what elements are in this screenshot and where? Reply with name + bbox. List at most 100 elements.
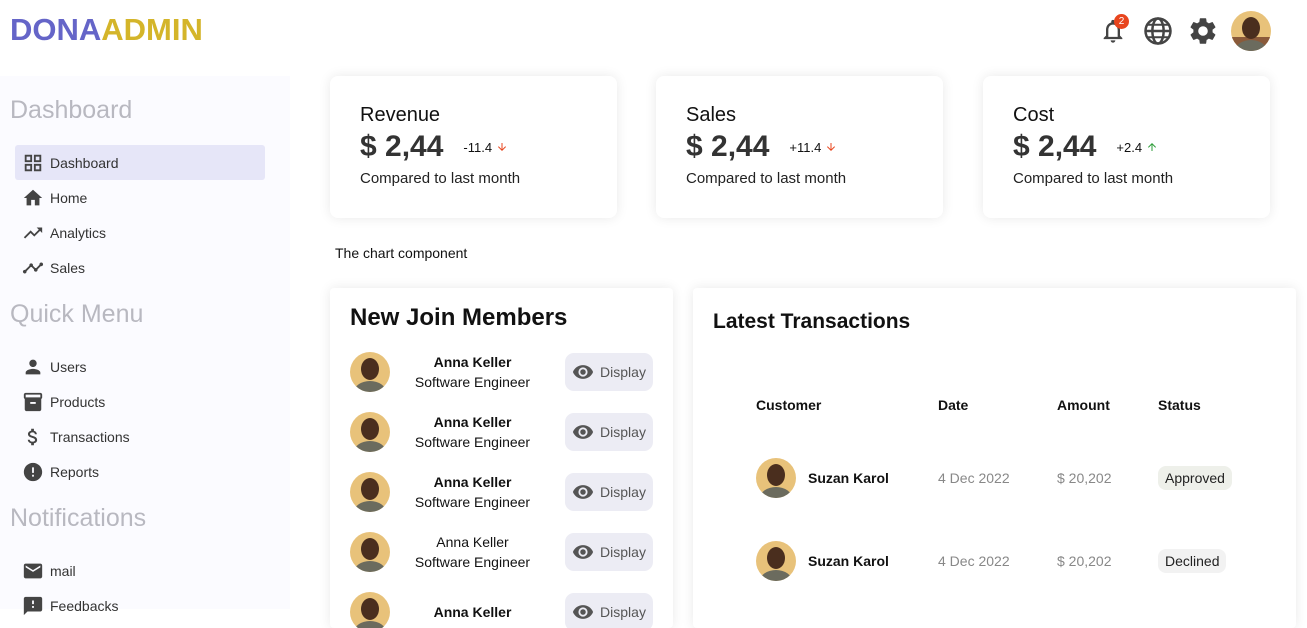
cost-card: Cost $ 2,44 +2.4 Compared to last month (983, 76, 1270, 218)
display-button[interactable]: Display (565, 473, 653, 511)
customer-name: Suzan Karol (808, 470, 889, 486)
sidebar-item-label: Users (50, 358, 87, 375)
member-row: Anna Keller Software Engineer Display (350, 412, 653, 452)
card-compare-text: Compared to last month (360, 170, 521, 187)
mail-icon (23, 563, 43, 578)
sidebar-item-users[interactable]: Users (15, 349, 265, 384)
member-role: Software Engineer (414, 374, 531, 390)
settings-button[interactable] (1186, 13, 1219, 49)
brand-logo-part1: DONA (10, 12, 102, 47)
card-title: Sales (686, 104, 737, 126)
display-button-label: Display (600, 424, 646, 440)
card-rate-value: +11.4 (789, 139, 822, 155)
trending-up-icon (23, 227, 43, 238)
column-header-amount: Amount (1057, 397, 1110, 413)
status-badge: Approved (1158, 466, 1232, 490)
member-avatar (350, 472, 390, 512)
column-header-customer: Customer (756, 397, 822, 413)
top-bar: DONAADMIN 2 (0, 0, 1307, 62)
sidebar-item-home[interactable]: Home (15, 180, 265, 215)
eye-icon (572, 365, 594, 379)
sidebar-item-label: mail (50, 562, 76, 579)
member-role: Software Engineer (414, 434, 531, 450)
sidebar-item-transactions[interactable]: Transactions (15, 419, 265, 454)
display-button[interactable]: Display (565, 593, 653, 628)
card-rate: +2.4 (1116, 140, 1158, 155)
display-button-label: Display (600, 544, 646, 560)
display-button-label: Display (600, 364, 646, 380)
sidebar-item-label: Feedbacks (50, 597, 119, 614)
sidebar-item-label: Transactions (50, 428, 130, 445)
member-name: Anna Keller (433, 474, 512, 490)
card-compare-text: Compared to last month (1013, 170, 1174, 187)
sidebar-item-label: Products (50, 393, 106, 410)
card-rate-value: -11.4 (463, 139, 493, 155)
member-name: Anna Keller (433, 414, 512, 430)
dollar-icon (27, 428, 38, 445)
home-icon (23, 189, 43, 205)
customer-avatar (756, 458, 796, 498)
transaction-amount: $ 20,202 (1057, 553, 1112, 569)
sidebar-item-dashboard[interactable]: Dashboard (15, 145, 265, 180)
card-amount: $ 2,44 (1013, 130, 1097, 163)
archive-icon (23, 392, 43, 411)
card-rate: -11.4 (463, 140, 508, 155)
eye-icon (572, 425, 594, 439)
sales-card: Sales $ 2,44 +11.4 Compared to last mont… (656, 76, 943, 218)
feedback-icon (23, 596, 43, 615)
sidebar-item-label: Sales (50, 259, 86, 276)
revenue-card: Revenue $ 2,44 -11.4 Compared to last mo… (330, 76, 617, 218)
display-button[interactable]: Display (565, 413, 653, 451)
top-icons: 2 (1096, 11, 1271, 51)
member-row: Anna Keller Software Engineer Display (350, 352, 653, 392)
sidebar-item-label: Analytics (50, 224, 107, 241)
widget-title: New Join Members (350, 304, 568, 331)
member-role: Software Engineer (414, 554, 531, 570)
language-button[interactable] (1141, 13, 1174, 49)
member-avatar (350, 592, 390, 628)
notifications-button[interactable]: 2 (1096, 13, 1129, 49)
transaction-date: 4 Dec 2022 (938, 553, 1010, 569)
eye-icon (572, 605, 594, 619)
display-button[interactable]: Display (565, 533, 653, 571)
status-badge: Declined (1158, 549, 1227, 573)
card-title: Revenue (360, 104, 441, 126)
sidebar-item-label: Home (50, 189, 88, 206)
sidebar-item-feedbacks[interactable]: Feedbacks (15, 588, 265, 623)
transaction-amount: $ 20,202 (1057, 470, 1112, 486)
member-avatar (350, 352, 390, 392)
widget-title: Latest Transactions (713, 310, 911, 333)
notification-count-badge: 2 (1114, 14, 1129, 29)
customer-avatar (756, 541, 796, 581)
sidebar-item-sales[interactable]: Sales (15, 250, 265, 285)
latest-transactions-widget: Latest Transactions Customer Date Amount… (693, 288, 1296, 628)
globe-icon (1143, 17, 1172, 45)
sidebar-item-mail[interactable]: mail (15, 553, 265, 588)
chart-placeholder-text: The chart component (335, 245, 468, 261)
customer-name: Suzan Karol (808, 553, 889, 569)
table-row: Suzan Karol 4 Dec 2022 $ 20,202 Declined (756, 541, 1276, 581)
column-header-date: Date (938, 397, 969, 413)
brand-logo[interactable]: DONAADMIN (10, 12, 203, 48)
grid-icon (24, 154, 42, 171)
eye-icon (572, 485, 594, 499)
display-button[interactable]: Display (565, 353, 653, 391)
sidebar-item-analytics[interactable]: Analytics (15, 215, 265, 250)
person-icon (25, 359, 41, 374)
eye-icon (572, 545, 594, 559)
member-avatar (350, 532, 390, 572)
table-row: Suzan Karol 4 Dec 2022 $ 20,202 Approved (756, 458, 1276, 498)
sidebar-item-reports[interactable]: Reports (15, 454, 265, 489)
member-row: Anna Keller Software Engineer Display (350, 472, 653, 512)
card-amount: $ 2,44 (686, 130, 770, 163)
main-content: Revenue $ 2,44 -11.4 Compared to last mo… (290, 62, 1307, 628)
member-role: Software Engineer (414, 494, 531, 510)
arrow-down-icon (498, 143, 507, 151)
sidebar-section-quick-menu: Quick Menu (10, 300, 144, 328)
gear-icon (1190, 18, 1215, 44)
card-rate-value: +2.4 (1116, 139, 1143, 155)
sidebar-item-products[interactable]: Products (15, 384, 265, 419)
member-row: Anna Keller Software Engineer Display (350, 532, 653, 572)
sidebar-section-notifications: Notifications (10, 504, 147, 532)
user-avatar[interactable] (1231, 11, 1271, 51)
